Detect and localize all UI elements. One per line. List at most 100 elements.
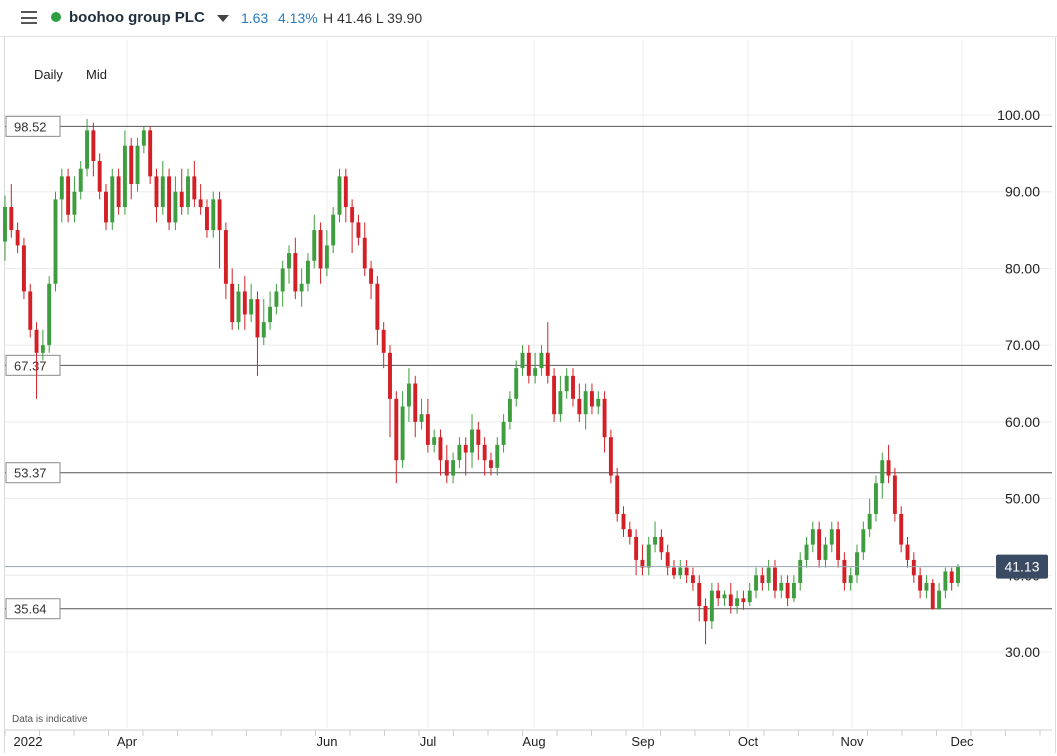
- candle-down: [589, 391, 594, 407]
- candle-up: [495, 444, 500, 468]
- candle-down: [223, 230, 228, 284]
- candle-down: [388, 352, 392, 399]
- candle-up: [457, 444, 462, 461]
- candle-down: [318, 230, 323, 269]
- candle-up: [709, 590, 714, 622]
- candle-up: [501, 421, 506, 445]
- candle-down: [9, 207, 14, 231]
- candle-up: [848, 575, 853, 583]
- candle-up: [451, 460, 456, 476]
- candle-down: [425, 414, 430, 445]
- candle-down: [476, 429, 481, 445]
- candle-up: [85, 130, 90, 169]
- candle-up: [779, 582, 784, 591]
- candle-up: [956, 566, 960, 583]
- candle-down: [482, 444, 487, 461]
- candle-down: [15, 230, 20, 246]
- candle-up: [766, 567, 771, 583]
- candle-up: [646, 544, 651, 568]
- candle-up: [419, 414, 424, 422]
- candle-up: [873, 483, 878, 514]
- candle-up: [653, 536, 658, 545]
- candle-down: [116, 176, 121, 208]
- candle-down: [255, 299, 260, 338]
- candle-up: [305, 260, 310, 284]
- candle-down: [615, 475, 620, 514]
- candle-up: [249, 299, 254, 315]
- candle-down: [381, 329, 386, 353]
- candle-down: [375, 283, 380, 330]
- candle-down: [892, 475, 897, 514]
- candle-up: [299, 283, 304, 292]
- candle-up: [539, 352, 544, 369]
- candle-up: [507, 398, 512, 422]
- candle-down: [886, 460, 891, 476]
- candle-up: [432, 437, 437, 445]
- candle-down: [842, 559, 847, 583]
- candle-down: [949, 571, 954, 583]
- y-tick-label: 90.00: [1005, 184, 1040, 200]
- candle-up: [735, 598, 740, 606]
- candle-up: [861, 529, 866, 553]
- candle-up: [40, 345, 45, 353]
- candle-up: [268, 306, 273, 323]
- candlestick-chart[interactable]: 100.0090.0080.0070.0060.0050.0040.0030.0…: [0, 0, 1057, 756]
- candle-down: [438, 437, 443, 461]
- candle-up: [558, 391, 563, 415]
- candle-up: [798, 559, 803, 583]
- candle-up: [754, 575, 758, 591]
- candle-down: [230, 283, 235, 323]
- candle-down: [728, 594, 733, 606]
- candle-down: [545, 352, 550, 376]
- candle-down: [697, 582, 702, 606]
- candle-down: [362, 237, 367, 269]
- candle-up: [596, 398, 601, 407]
- candle-down: [577, 398, 582, 415]
- candle-down: [66, 176, 71, 215]
- candle-down: [571, 375, 575, 399]
- candle-up: [406, 383, 411, 407]
- candle-up: [59, 176, 64, 200]
- candle-down: [911, 559, 916, 576]
- candle-down: [217, 199, 222, 231]
- candle-up: [470, 429, 474, 453]
- candle-up: [324, 245, 329, 269]
- candle-down: [21, 245, 26, 292]
- candle-down: [293, 253, 298, 292]
- candle-up: [829, 529, 834, 545]
- candle-up: [78, 168, 83, 192]
- candle-up: [855, 552, 859, 576]
- candle-down: [627, 529, 632, 537]
- candle-down: [34, 329, 39, 353]
- x-tick-label: Jun: [317, 734, 338, 749]
- candle-down: [463, 444, 468, 453]
- candle-down: [634, 536, 639, 560]
- candle-up: [804, 544, 809, 560]
- candle-down: [356, 222, 361, 238]
- candle-up: [110, 176, 115, 223]
- candle-up: [520, 352, 525, 369]
- candle-down: [552, 375, 557, 415]
- candle-up: [274, 291, 279, 307]
- candle-down: [394, 398, 399, 461]
- candle-up: [47, 283, 52, 346]
- candle-down: [148, 130, 153, 177]
- candle-down: [198, 199, 203, 208]
- current-price-label: 41.13: [1004, 559, 1039, 575]
- candle-up: [331, 214, 336, 246]
- candle-down: [526, 352, 531, 376]
- candle-up: [72, 191, 77, 215]
- candle-down: [690, 575, 695, 583]
- candle-down: [167, 176, 172, 223]
- candle-down: [489, 460, 493, 468]
- level-label: 67.37: [14, 358, 47, 373]
- candle-up: [3, 207, 7, 242]
- candle-down: [97, 161, 102, 192]
- candle-up: [514, 368, 519, 399]
- candle-up: [173, 191, 178, 223]
- candle-down: [91, 130, 96, 162]
- candle-down: [621, 513, 626, 530]
- candle-up: [810, 529, 815, 545]
- candle-down: [899, 513, 904, 545]
- candle-up: [564, 375, 569, 392]
